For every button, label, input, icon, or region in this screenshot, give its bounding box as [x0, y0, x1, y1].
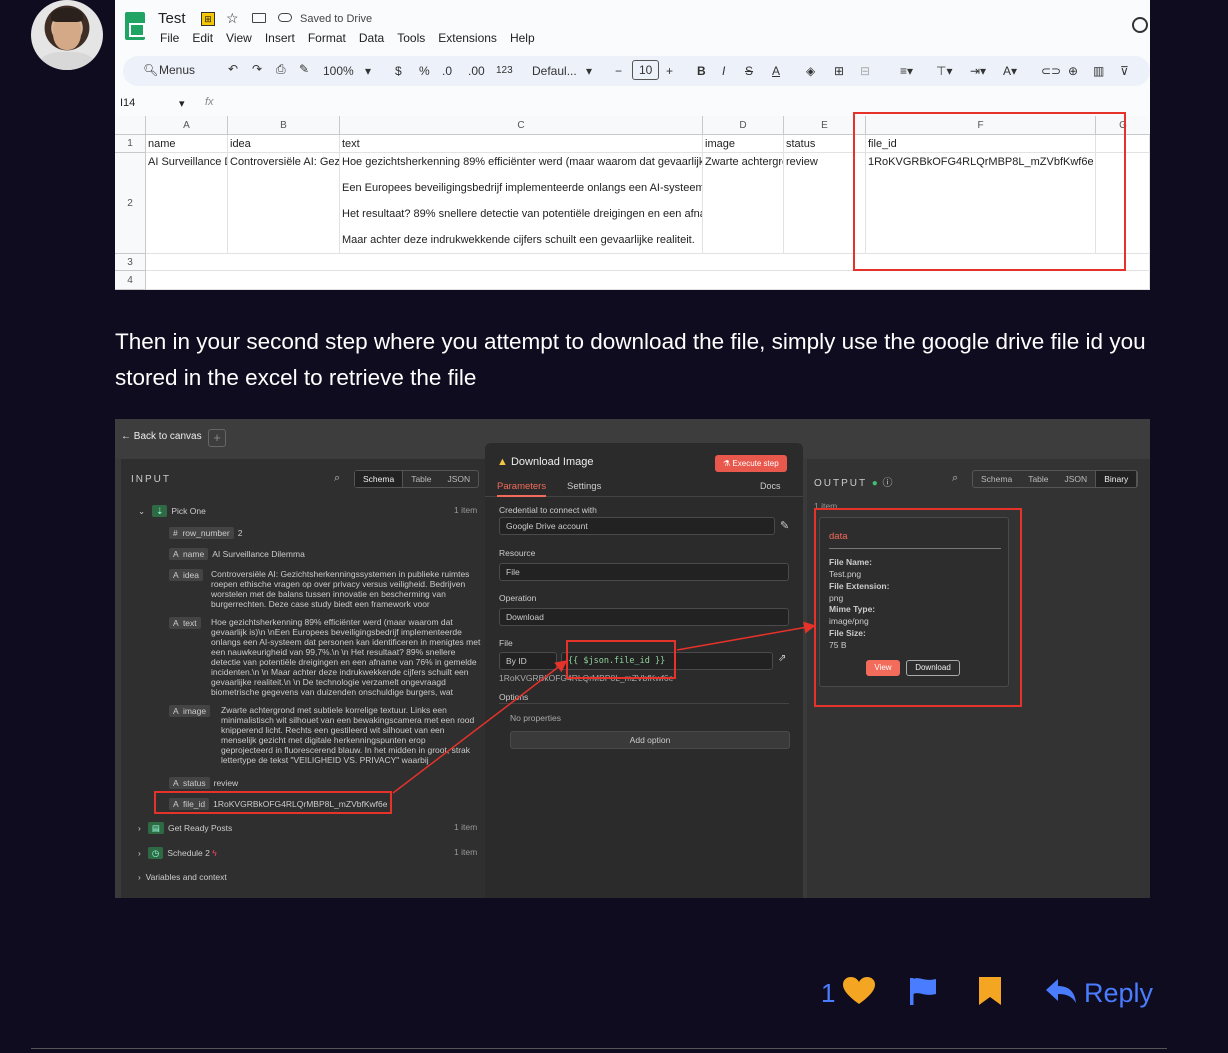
user-avatar[interactable] — [31, 0, 103, 70]
paint-format-icon: ✎ — [299, 62, 310, 76]
divider — [31, 1048, 1167, 1049]
minus-icon: − — [615, 64, 623, 78]
redo-icon: ↷ — [252, 62, 263, 76]
header-name: name — [146, 135, 228, 153]
header-idea: idea — [228, 135, 340, 153]
saved-status: Saved to Drive — [300, 13, 373, 25]
dropdown-icon: ▾ — [179, 98, 185, 110]
zoom-value: 100% — [323, 64, 354, 78]
header-text: text — [340, 135, 703, 153]
cloud-icon — [278, 13, 292, 22]
fill-color-icon: ◈ — [806, 64, 816, 78]
row-1: 1 — [115, 135, 146, 153]
number-format: 123 — [496, 65, 513, 76]
menu-tools: Tools — [397, 31, 426, 45]
heart-icon[interactable] — [842, 976, 876, 1006]
n8n-screenshot: ← Back to canvas + INPUT ⌕ Schema Table … — [115, 419, 1150, 898]
link-icon: ⊂⊃ — [1041, 64, 1062, 78]
col-d: D — [703, 116, 784, 135]
menus-search: Menus — [159, 63, 196, 77]
align-icon: ≡▾ — [900, 64, 914, 78]
chart-icon: ▥ — [1093, 64, 1105, 78]
row-4: 4 — [115, 271, 146, 290]
col-c: C — [340, 116, 703, 135]
star-icon: ☆ — [226, 10, 239, 26]
dropdown-icon: ▾ — [365, 64, 372, 78]
menu-extensions: Extensions — [438, 31, 497, 45]
menu-file: File — [160, 31, 180, 45]
text-line-1: Hoe gezichtsherkenning 89% efficiënter w… — [342, 156, 703, 168]
borders-icon: ⊞ — [834, 64, 845, 78]
bookmark-icon[interactable] — [977, 976, 1003, 1006]
font-size: 10 — [632, 60, 660, 80]
text-line-4: Maar achter deze indrukwekkende cijfers … — [342, 234, 695, 246]
cell-idea: Controversiële AI: Gez — [228, 153, 340, 254]
cell-ref: I14 — [120, 97, 136, 109]
like-count: 1 — [821, 978, 836, 1008]
history-icon — [1132, 17, 1148, 33]
menu-format: Format — [307, 31, 346, 45]
reply-button[interactable]: Reply — [1084, 978, 1153, 1009]
annotation-arrows — [392, 621, 816, 794]
text-line-2: Een Europees beveiligingsbedrijf impleme… — [342, 182, 703, 194]
badge-icon: ⊞ — [201, 12, 215, 26]
print-icon: ⎙ — [276, 62, 286, 76]
row-3: 3 — [115, 254, 146, 271]
rotate-icon: A▾ — [1003, 64, 1018, 78]
valign-icon: ⊤▾ — [936, 64, 953, 78]
menu-edit: Edit — [192, 31, 214, 45]
strike-icon: S — [745, 64, 754, 78]
post-paragraph: Then in your second step where you attem… — [115, 329, 1146, 390]
undo-icon: ↶ — [228, 62, 239, 76]
filter-icon: ⊽ — [1120, 64, 1129, 78]
cell-name: AI Surveillance D — [146, 153, 228, 254]
currency-button: $ — [395, 64, 402, 78]
folder-icon — [252, 13, 266, 23]
text-line-3: Het resultaat? 89% snellere detectie van… — [342, 208, 703, 220]
corner — [115, 116, 146, 135]
menu-help: Help — [509, 31, 535, 45]
highlight-file-id-column — [853, 112, 1126, 271]
row-4-cells — [146, 271, 1150, 290]
font-select: Defaul... — [532, 64, 577, 78]
cell-text: Hoe gezichtsherkenning 89% efficiënter w… — [340, 153, 703, 254]
percent-button: % — [419, 64, 430, 78]
italic-icon: I — [722, 64, 726, 78]
menu-view: View — [226, 31, 252, 45]
menu-bar: File Edit View Insert Format Data Tools … — [160, 31, 548, 45]
formula-bar: I14 ▾ fx — [115, 94, 1150, 114]
reply-icon[interactable] — [1045, 977, 1077, 1005]
wrap-icon: ⇥▾ — [970, 64, 987, 78]
decrease-decimal: .0 — [442, 64, 453, 78]
sheet-title: Test — [158, 10, 186, 27]
sheets-logo-icon — [125, 12, 145, 40]
cell-image: Zwarte achtergro — [703, 153, 784, 254]
post-actions: 1 Reply — [0, 970, 1228, 1020]
header-image: image — [703, 135, 784, 153]
comment-icon: ⊕ — [1068, 64, 1079, 78]
row-2: 2 — [115, 153, 146, 254]
text-color-icon: A — [772, 64, 781, 78]
menu-data: Data — [358, 31, 385, 45]
fx-icon: fx — [205, 96, 214, 108]
increase-decimal: .00 — [468, 64, 485, 78]
arrow-to-output — [676, 621, 816, 651]
col-a: A — [146, 116, 228, 135]
menu-insert: Insert — [264, 31, 295, 45]
merge-icon: ⊟ — [860, 64, 871, 78]
sheets-screenshot: Test ⊞ ☆ Saved to Drive File Edit View I… — [115, 0, 1150, 290]
flag-icon[interactable] — [908, 976, 938, 1006]
sheets-toolbar: 🔍︎ Menus ↶ ↷ ⎙ ✎ 100% ▾ $ % .0 .00 123 D… — [123, 56, 1150, 86]
search-icon: 🔍︎ — [143, 63, 159, 77]
arrow-to-expression — [392, 660, 568, 794]
col-b: B — [228, 116, 340, 135]
plus-icon: + — [666, 64, 674, 78]
dropdown-icon: ▾ — [586, 64, 593, 78]
bold-icon: B — [697, 64, 706, 78]
